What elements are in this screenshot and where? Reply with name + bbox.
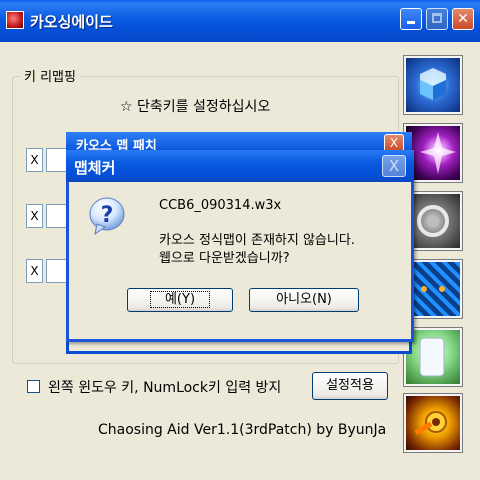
keymap-instruction: ☆ 단축키를 설정하십시오	[120, 99, 271, 115]
close-icon: ✕	[457, 11, 469, 27]
dialog-close-button[interactable]: X	[382, 155, 406, 177]
dialog-title: 맵체커	[74, 159, 116, 177]
map-checker-dialog: 맵체커 X ? CCB6_090314.w3x 카오스 정식맵이 존재하지 않습…	[66, 150, 414, 342]
minimize-button[interactable]	[400, 8, 422, 30]
dialog-message-line1: 카오스 정식맵이 존재하지 않습니다.	[159, 233, 355, 248]
golden-gear-icon[interactable]	[403, 393, 463, 453]
block-keys-label: 왼쪽 윈도우 키, NumLock키 입력 방지	[48, 380, 282, 396]
dialog-message-line2: 웹으로 다운받겠습니까?	[159, 251, 290, 266]
remove-key-button[interactable]: X	[26, 148, 43, 172]
minimize-icon	[407, 21, 415, 24]
keymap-group-label: 키 리맵핑	[20, 66, 80, 85]
apply-settings-button[interactable]: 설정적용	[312, 372, 388, 400]
window-title: 카오싱에이드	[30, 13, 113, 31]
maximize-button[interactable]	[426, 8, 448, 30]
yes-button[interactable]: 예(Y)	[127, 288, 233, 312]
blue-logo-icon[interactable]	[403, 55, 463, 115]
remove-key-button[interactable]: X	[26, 204, 43, 228]
dialog-filename: CCB6_090314.w3x	[159, 198, 282, 213]
maximize-icon	[432, 13, 442, 23]
yes-button-label: 예(Y)	[149, 291, 211, 308]
remove-key-button[interactable]: X	[26, 259, 43, 283]
app-icon	[6, 11, 24, 29]
block-keys-checkbox[interactable]	[27, 380, 40, 393]
main-window: 카오싱에이드 ✕ 키 리맵핑 ☆ 단축키를 설정하십시오 X X X 왼쪽 윈도…	[0, 0, 480, 480]
question-icon: ?	[87, 196, 127, 236]
svg-text:?: ?	[101, 203, 114, 228]
close-button[interactable]: ✕	[452, 8, 474, 30]
dialog-title-bar[interactable]: 맵체커 X	[66, 150, 414, 182]
no-button[interactable]: 아니오(N)	[249, 288, 359, 312]
credit-text: Chaosing Aid Ver1.1(3rdPatch) by ByunJa	[98, 422, 387, 438]
title-bar[interactable]: 카오싱에이드 ✕	[0, 0, 480, 42]
